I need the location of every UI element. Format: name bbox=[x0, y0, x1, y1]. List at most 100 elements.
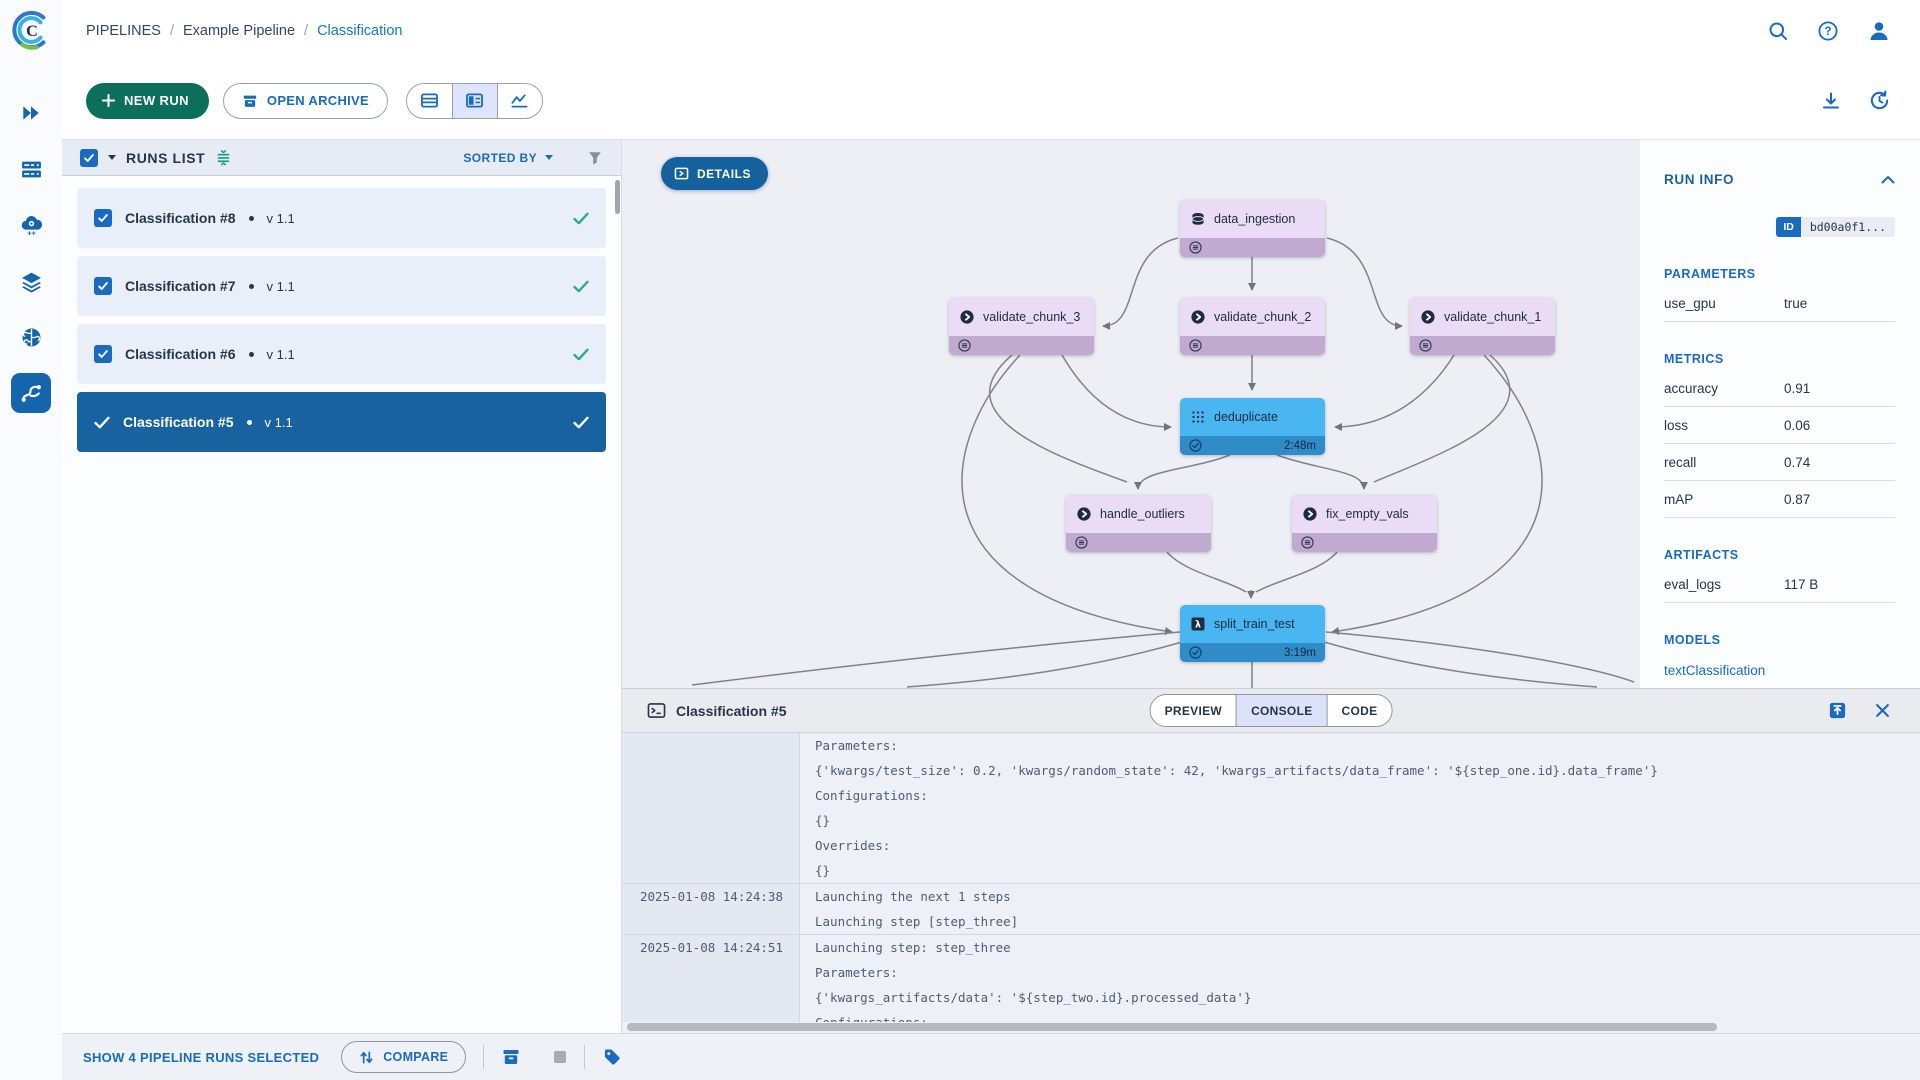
step-name: split_train_test bbox=[1214, 617, 1295, 631]
details-button[interactable]: DETAILS bbox=[661, 157, 768, 190]
tab-preview[interactable]: PREVIEW bbox=[1151, 695, 1236, 726]
sidebar-item-models[interactable] bbox=[11, 317, 51, 357]
breadcrumb-pipelines[interactable]: PIPELINES bbox=[86, 23, 161, 39]
console-line: 2025-01-08 14:24:38 Launching the next 1 … bbox=[622, 884, 1920, 909]
pipeline-step-node[interactable]: data_ingestion bbox=[1180, 200, 1325, 257]
console-entry: 2025-01-08 14:24:38 Launching the next 1 … bbox=[622, 883, 1920, 934]
open-archive-button[interactable]: OPEN ARCHIVE bbox=[222, 82, 388, 119]
queued-icon bbox=[1419, 339, 1432, 352]
console-text: Configurations: bbox=[815, 788, 928, 803]
svg-text:λ: λ bbox=[1195, 620, 1201, 631]
table-view-icon bbox=[421, 93, 438, 108]
dot-separator bbox=[248, 283, 254, 289]
console-timestamp: 2025-01-08 14:24:38 bbox=[640, 889, 783, 904]
clearml-logo-icon[interactable]: C bbox=[10, 9, 52, 51]
table-view-toggle[interactable] bbox=[407, 84, 452, 118]
scalars-view-toggle[interactable] bbox=[496, 83, 542, 118]
columns-settings-icon[interactable] bbox=[215, 149, 232, 166]
pipeline-step-node[interactable]: fix_empty_vals bbox=[1292, 495, 1437, 552]
pipeline-step-node[interactable]: validate_chunk_3 bbox=[949, 298, 1094, 355]
pipeline-step-node[interactable]: deduplicate 2:48m bbox=[1180, 398, 1325, 455]
close-icon[interactable] bbox=[1875, 703, 1890, 718]
step-chevron-icon bbox=[960, 310, 974, 324]
step-chevron-icon bbox=[1191, 310, 1205, 324]
run-status-check-icon bbox=[573, 348, 589, 361]
pipeline-step-node[interactable]: validate_chunk_2 bbox=[1180, 298, 1325, 355]
server-icon bbox=[21, 161, 41, 177]
breadcrumb-classification[interactable]: Classification bbox=[317, 23, 402, 39]
console-text: Overrides: bbox=[815, 838, 891, 853]
pipeline-step-node[interactable]: λ split_train_test 3:19m bbox=[1180, 605, 1325, 662]
info-value: 0.06 bbox=[1784, 418, 1811, 433]
pipeline-step-node[interactable]: validate_chunk_1 bbox=[1410, 298, 1555, 355]
sorted-by-dropdown[interactable]: SORTED BY bbox=[463, 151, 553, 165]
sidebar-item-projects[interactable] bbox=[11, 93, 51, 133]
pipeline-step-node[interactable]: handle_outliers bbox=[1066, 495, 1211, 552]
console-line: Overrides: bbox=[622, 833, 1920, 858]
filter-icon[interactable] bbox=[587, 150, 603, 166]
new-run-button[interactable]: NEW RUN bbox=[86, 82, 209, 119]
run-row[interactable]: Classification #8 v 1.1 bbox=[77, 188, 606, 248]
expand-panel-icon[interactable] bbox=[1828, 701, 1847, 720]
sidebar-item-pipelines[interactable] bbox=[11, 373, 51, 413]
sidebar-item-datasets[interactable] bbox=[11, 261, 51, 301]
row-selected-check-icon[interactable] bbox=[94, 416, 110, 429]
double-chevron-icon bbox=[23, 106, 39, 120]
archive-button-icon[interactable] bbox=[501, 1047, 521, 1067]
graph-edges bbox=[691, 237, 1635, 688]
runs-list-header: RUNS LIST SORTED BY bbox=[62, 140, 621, 176]
run-name: Classification #7 bbox=[125, 278, 236, 294]
run-status-check-icon bbox=[573, 416, 589, 429]
run-id-chip[interactable]: ID bd00a0f1... bbox=[1776, 217, 1895, 237]
step-name: data_ingestion bbox=[1214, 212, 1296, 226]
tab-code[interactable]: CODE bbox=[1326, 695, 1392, 726]
select-all-caret-icon[interactable] bbox=[108, 155, 116, 160]
sidebar-item-workers-queues[interactable] bbox=[11, 149, 51, 189]
step-name: validate_chunk_3 bbox=[983, 310, 1081, 324]
runs-panel: RUNS LIST SORTED BY Classification #8 v 1… bbox=[62, 140, 622, 1033]
row-checkbox[interactable] bbox=[94, 345, 112, 363]
runs-list: Classification #8 v 1.1 Classification #7 v… bbox=[62, 188, 621, 452]
console-line: {'kwargs_artifacts/data': '${step_two.id… bbox=[622, 985, 1920, 1010]
plus-icon bbox=[102, 94, 115, 107]
breadcrumb-example-pipeline[interactable]: Example Pipeline bbox=[183, 23, 295, 39]
console-entry: Parameters: {'kwargs/test_size': 0.2, 'kw… bbox=[622, 733, 1920, 883]
run-id-value: bd00a0f1... bbox=[1800, 217, 1895, 237]
info-row: mAP 0.87 bbox=[1664, 481, 1895, 518]
row-checkbox[interactable] bbox=[94, 277, 112, 295]
model-link[interactable]: textClassification bbox=[1664, 663, 1895, 678]
collapse-panel-icon[interactable] bbox=[1881, 175, 1895, 184]
row-checkbox[interactable] bbox=[94, 209, 112, 227]
info-row: use_gpu true bbox=[1664, 285, 1895, 322]
console-entries: Parameters: {'kwargs/test_size': 0.2, 'kw… bbox=[622, 733, 1920, 1022]
abort-button-icon[interactable] bbox=[553, 1050, 567, 1064]
console-text: Launching step [step_three] bbox=[815, 914, 1019, 929]
download-icon[interactable] bbox=[1821, 91, 1841, 111]
search-icon[interactable] bbox=[1768, 21, 1788, 41]
split-view-toggle[interactable] bbox=[451, 83, 497, 118]
run-row[interactable]: Classification #5 v 1.1 bbox=[77, 392, 606, 452]
console-output[interactable]: Parameters: {'kwargs/test_size': 0.2, 'kw… bbox=[622, 733, 1920, 1022]
console-text: {'kwargs/test_size': 0.2, 'kwargs/random… bbox=[815, 763, 1658, 778]
tab-console[interactable]: CONSOLE bbox=[1236, 695, 1327, 726]
queued-icon bbox=[1075, 536, 1088, 549]
brain-icon bbox=[22, 328, 40, 346]
queued-icon bbox=[1189, 339, 1202, 352]
run-row[interactable]: Classification #7 v 1.1 bbox=[77, 256, 606, 316]
help-icon[interactable]: ? bbox=[1818, 21, 1838, 41]
dot-separator bbox=[246, 419, 252, 425]
select-all-checkbox[interactable] bbox=[80, 148, 98, 167]
compare-button[interactable]: COMPARE bbox=[341, 1041, 467, 1073]
step-chevron-icon bbox=[1421, 310, 1435, 324]
chart-view-icon bbox=[512, 94, 528, 108]
runs-list-scrollbar[interactable] bbox=[615, 180, 620, 214]
user-avatar[interactable] bbox=[1868, 20, 1890, 42]
run-version: v 1.1 bbox=[266, 210, 295, 226]
console-hscrollbar[interactable] bbox=[627, 1023, 1717, 1031]
run-history-icon[interactable] bbox=[1869, 90, 1890, 111]
run-row[interactable]: Classification #6 v 1.1 bbox=[77, 324, 606, 384]
sidebar-item-applications[interactable]: ++ bbox=[11, 205, 51, 245]
run-version: v 1.1 bbox=[264, 414, 293, 430]
section-title: MODELS bbox=[1664, 633, 1721, 647]
tags-button-icon[interactable] bbox=[602, 1047, 622, 1067]
